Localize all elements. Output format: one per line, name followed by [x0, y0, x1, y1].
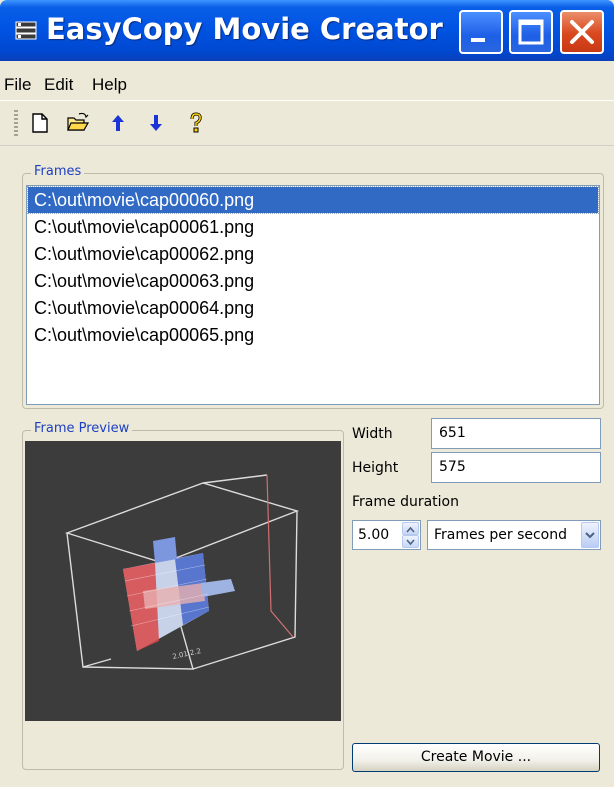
- height-label: Height: [352, 460, 399, 476]
- frame-preview-image: 2.01 2.2: [25, 441, 341, 721]
- title-bar[interactable]: EasyCopy Movie Creator: [0, 0, 614, 61]
- minimize-icon: [471, 38, 485, 42]
- frames-group-label: Frames: [31, 164, 85, 179]
- list-item[interactable]: C:\out\movie\cap00060.png: [27, 186, 599, 214]
- spin-down-button[interactable]: [402, 535, 419, 548]
- frame-preview-label: Frame Preview: [31, 421, 133, 436]
- menu-file[interactable]: File: [4, 75, 31, 95]
- close-button[interactable]: [560, 10, 604, 54]
- spin-up-button[interactable]: [402, 522, 419, 535]
- height-input[interactable]: 575: [431, 452, 601, 483]
- list-item[interactable]: C:\out\movie\cap00061.png: [28, 214, 598, 240]
- list-item[interactable]: C:\out\movie\cap00063.png: [28, 268, 598, 294]
- dropdown-button[interactable]: [581, 522, 599, 548]
- create-movie-button[interactable]: Create Movie ...: [352, 743, 600, 772]
- close-icon: [570, 20, 594, 44]
- open-folder-icon[interactable]: [66, 111, 90, 135]
- duration-unit-select[interactable]: Frames per second: [427, 520, 601, 550]
- chevron-down-icon: [406, 539, 415, 546]
- app-icon: [15, 21, 37, 40]
- frames-group: Frames C:\out\movie\cap00060.png C:\out\m…: [22, 164, 604, 409]
- svg-text:2.01 2.2: 2.01 2.2: [172, 647, 202, 661]
- chevron-down-icon: [585, 532, 595, 539]
- maximize-icon: [518, 19, 544, 45]
- help-icon[interactable]: [184, 111, 208, 135]
- width-input[interactable]: 651: [431, 418, 601, 449]
- menu-help[interactable]: Help: [92, 75, 127, 95]
- duration-value: 5.00: [358, 527, 390, 543]
- width-label: Width: [352, 426, 393, 442]
- toolbar: [0, 102, 614, 146]
- window-title: EasyCopy Movie Creator: [46, 12, 443, 46]
- move-up-icon[interactable]: [106, 111, 130, 135]
- frame-preview-group: Frame Preview 2.01 2.2: [22, 421, 344, 770]
- menu-edit[interactable]: Edit: [44, 75, 73, 95]
- maximize-button[interactable]: [509, 10, 553, 54]
- frames-listbox[interactable]: C:\out\movie\cap00060.png C:\out\movie\ca…: [26, 185, 600, 405]
- list-item[interactable]: C:\out\movie\cap00065.png: [28, 322, 598, 348]
- menu-bar: File Edit Help: [0, 61, 614, 101]
- toolbar-grip[interactable]: [14, 110, 18, 138]
- list-item[interactable]: C:\out\movie\cap00064.png: [28, 295, 598, 321]
- duration-unit-value: Frames per second: [434, 527, 567, 543]
- list-item[interactable]: C:\out\movie\cap00062.png: [28, 241, 598, 267]
- frame-duration-label: Frame duration: [352, 494, 459, 510]
- new-file-icon[interactable]: [28, 111, 52, 135]
- move-down-icon[interactable]: [144, 111, 168, 135]
- minimize-button[interactable]: [459, 10, 503, 54]
- duration-spinner[interactable]: 5.00: [352, 520, 421, 550]
- chevron-up-icon: [406, 526, 415, 533]
